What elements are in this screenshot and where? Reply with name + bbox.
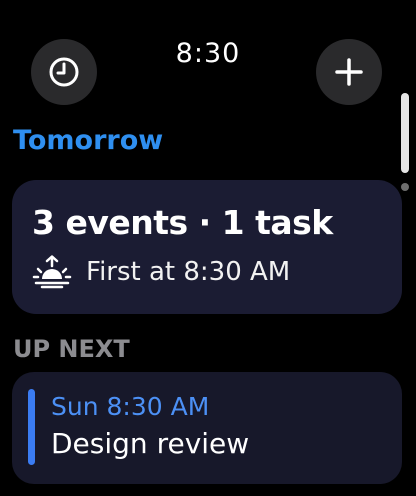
first-event-row: First at 8:30 AM <box>32 255 290 289</box>
section-heading-tomorrow: Tomorrow <box>13 125 164 156</box>
scroll-page-dot <box>401 183 409 191</box>
plus-icon <box>335 58 363 86</box>
add-event-button[interactable] <box>316 39 382 105</box>
sunrise-icon <box>32 255 72 289</box>
scroll-thumb[interactable] <box>401 93 409 173</box>
event-color-bar <box>28 389 35 465</box>
day-summary-card[interactable]: 3 events · 1 task First at 8:30 AM <box>12 180 402 314</box>
event-title: Design review <box>51 427 250 460</box>
scroll-indicator[interactable] <box>400 93 410 193</box>
event-time: Sun 8:30 AM <box>51 392 210 421</box>
first-event-label: First at 8:30 AM <box>86 257 291 287</box>
up-next-event-card[interactable]: Sun 8:30 AM Design review <box>12 372 402 484</box>
summary-title: 3 events · 1 task <box>32 203 333 242</box>
section-heading-up-next: UP NEXT <box>13 335 130 363</box>
